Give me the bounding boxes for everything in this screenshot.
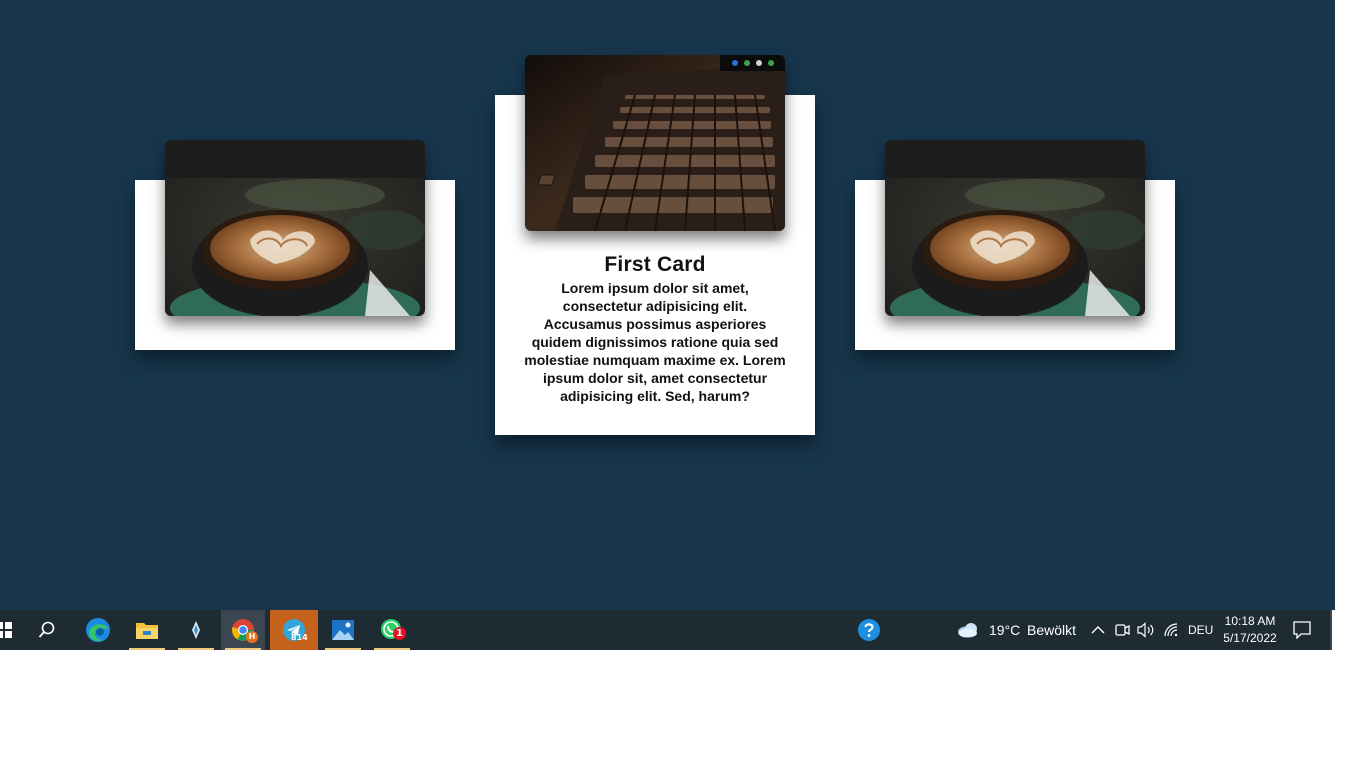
- notification-center-button[interactable]: [1280, 610, 1324, 650]
- help-button[interactable]: [847, 610, 891, 650]
- edge-icon: [86, 618, 110, 642]
- help-icon: [858, 619, 880, 641]
- running-indicator: [325, 648, 361, 650]
- taskbar-app[interactable]: [174, 610, 218, 650]
- volume-icon: [1137, 622, 1154, 638]
- show-hidden-icons-button[interactable]: [1087, 610, 1109, 650]
- card-image-coffee: [885, 140, 1145, 316]
- card-description: Lorem ipsum dolor sit amet, consectetur …: [524, 280, 786, 404]
- running-indicator: [129, 648, 165, 650]
- card-right[interactable]: [855, 140, 1175, 350]
- chrome-profile-badge: H: [246, 631, 258, 643]
- taskbar-photos[interactable]: [321, 610, 365, 650]
- show-desktop-button[interactable]: [1330, 610, 1332, 650]
- running-indicator: [178, 648, 214, 650]
- input-language[interactable]: DEU: [1188, 623, 1213, 637]
- taskbar-telegram[interactable]: 814: [270, 610, 318, 650]
- card-title: First Card: [604, 253, 706, 276]
- whatsapp-unread-badge: 1: [393, 627, 406, 640]
- card-center[interactable]: First Card Lorem ipsum dolor sit amet, c…: [495, 55, 815, 435]
- card-image-keyboard: [525, 55, 785, 231]
- weather-description: Bewölkt: [1027, 622, 1077, 638]
- photos-icon: [332, 620, 354, 640]
- file-explorer-icon: [136, 623, 158, 639]
- taskbar-clock[interactable]: 10:18 AM 5/17/2022: [1214, 613, 1286, 647]
- weather-temperature: 19°C: [989, 622, 1021, 638]
- taskbar: H 814 1 19°C Bewölkt DEU: [0, 610, 1332, 650]
- weather-icon: [958, 623, 977, 638]
- windows-start-icon: [0, 622, 12, 638]
- start-button[interactable]: [0, 610, 22, 650]
- meet-now-button[interactable]: [1111, 610, 1133, 650]
- telegram-unread-badge: 814: [291, 633, 308, 642]
- search-icon: [38, 621, 55, 638]
- taskbar-edge[interactable]: [76, 610, 120, 650]
- running-indicator: [374, 648, 410, 650]
- weather-widget[interactable]: 19°C Bewölkt: [952, 610, 1086, 650]
- volume-button[interactable]: [1135, 610, 1157, 650]
- chevron-up-icon: [1091, 626, 1105, 634]
- app-icon: [192, 621, 200, 639]
- search-button[interactable]: [25, 610, 69, 650]
- card-left[interactable]: [135, 140, 455, 350]
- meet-now-icon: [1115, 624, 1130, 636]
- clock-date: 5/17/2022: [1223, 631, 1277, 645]
- taskbar-file-explorer[interactable]: [125, 610, 169, 650]
- network-button[interactable]: [1160, 610, 1182, 650]
- card-image-coffee: [165, 140, 425, 316]
- running-indicator: [225, 648, 261, 650]
- taskbar-whatsapp[interactable]: 1: [370, 610, 414, 650]
- taskbar-chrome[interactable]: H: [221, 610, 265, 650]
- wifi-icon: [1164, 623, 1178, 637]
- clock-time: 10:18 AM: [1224, 614, 1276, 628]
- desktop-background: First Card Lorem ipsum dolor sit amet, c…: [0, 0, 1335, 610]
- notification-icon: [1293, 621, 1311, 639]
